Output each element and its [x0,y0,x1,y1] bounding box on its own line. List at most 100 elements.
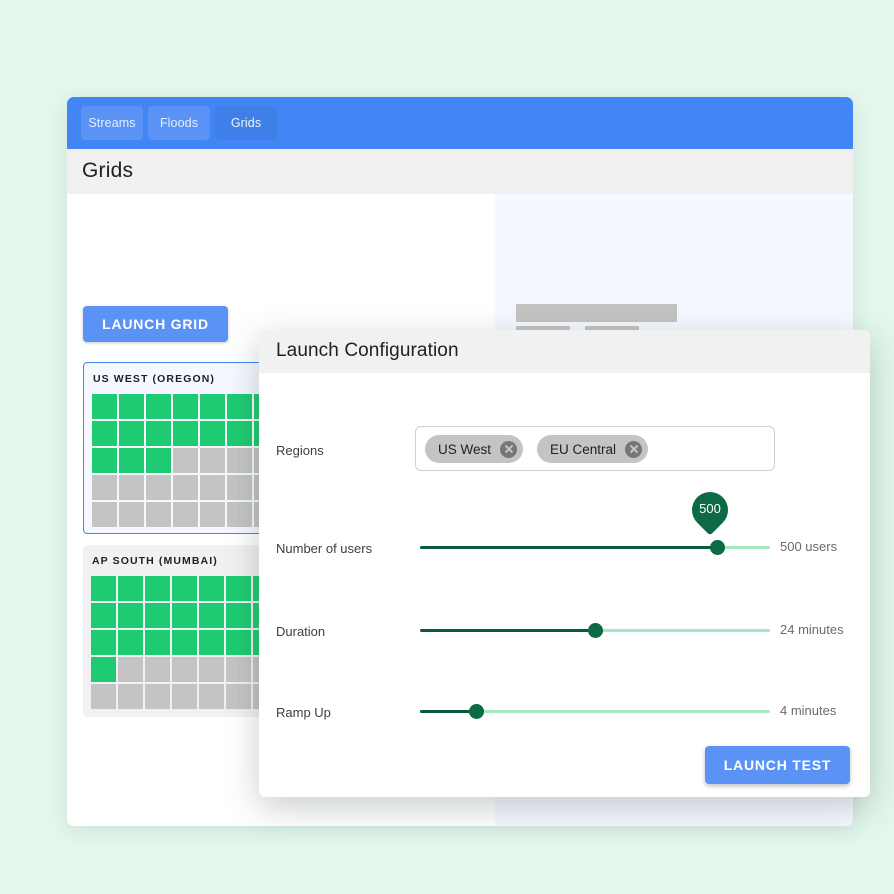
grid-cell[interactable] [172,657,197,682]
grid-cell[interactable] [200,394,225,419]
number-of-users-label: Number of users [276,541,373,556]
grid-cell[interactable] [173,475,198,500]
grid-cell[interactable] [145,657,170,682]
regions-input[interactable]: US West EU Central [415,426,775,471]
grid-cell[interactable] [146,475,171,500]
tooltip-value: 500 [699,501,721,516]
grid-cell[interactable] [146,421,171,446]
launch-test-button-label: LAUNCH TEST [723,757,832,773]
grid-cell[interactable] [91,603,116,628]
duration-label: Duration [276,624,326,639]
grid-cell[interactable] [92,475,117,500]
region-chip-us-west[interactable]: US West [425,435,524,463]
launch-grid-button[interactable]: LAUNCH GRID [83,306,228,342]
slider-row-duration: Duration 24 minutes [259,611,870,651]
grid-cell[interactable] [200,421,225,446]
tab-grids[interactable]: Grids [215,106,277,140]
grid-cell[interactable] [145,630,170,655]
duration-slider-track[interactable] [420,623,770,638]
skeleton-bar-title [516,304,677,322]
regions-label: Regions [276,443,324,458]
grid-cell[interactable] [226,657,251,682]
grid-cell[interactable] [119,421,144,446]
grid-cell[interactable] [199,630,224,655]
grid-cell[interactable] [119,448,144,473]
close-icon[interactable] [500,440,518,458]
ramp-up-slider-track[interactable] [420,704,770,719]
grid-card-us-west-title: US WEST (OREGON) [93,373,216,385]
grid-card-ap-south-title: AP SOUTH (MUMBAI) [92,555,218,567]
grid-cell[interactable] [92,448,117,473]
tab-streams[interactable]: Streams [81,106,143,140]
grid-cell[interactable] [92,421,117,446]
ramp-up-slider-thumb[interactable] [468,704,484,719]
grid-cell[interactable] [91,576,116,601]
page-title-bar: Grids [67,149,853,194]
close-icon[interactable] [625,440,643,458]
grid-cell[interactable] [145,684,170,709]
launch-test-button[interactable]: LAUNCH TEST [705,746,850,784]
duration-value: 24 minutes [780,622,844,637]
grid-cell[interactable] [145,603,170,628]
grid-cells-ap-south [91,576,277,709]
grid-cell[interactable] [119,394,144,419]
grid-cell[interactable] [226,684,251,709]
grid-cell[interactable] [145,576,170,601]
grid-cell[interactable] [118,684,143,709]
grid-cell[interactable] [172,576,197,601]
grid-cell[interactable] [227,421,252,446]
number-of-users-slider-thumb[interactable]: 500 [684,484,736,555]
grid-cell[interactable] [92,394,117,419]
grid-cell[interactable] [226,603,251,628]
grid-cell[interactable] [227,394,252,419]
duration-slider-thumb[interactable] [587,623,603,638]
region-chip-eu-central[interactable]: EU Central [537,435,649,463]
grid-card-us-west[interactable]: US WEST (OREGON) [83,362,277,534]
grid-cell[interactable] [227,502,252,527]
grid-cell[interactable] [146,448,171,473]
grid-cell[interactable] [199,657,224,682]
grid-cell[interactable] [227,475,252,500]
grid-cell[interactable] [118,657,143,682]
grid-cell[interactable] [200,502,225,527]
grid-cell[interactable] [172,684,197,709]
grid-cell[interactable] [91,684,116,709]
dialog-body: Regions US West EU Central Number of use… [259,373,870,797]
grid-cell[interactable] [172,603,197,628]
number-of-users-slider-fill [420,546,718,549]
grid-cell[interactable] [173,448,198,473]
grid-cell[interactable] [173,394,198,419]
grid-cell[interactable] [119,502,144,527]
grid-cell[interactable] [199,603,224,628]
grid-cell[interactable] [92,502,117,527]
grid-cell[interactable] [118,576,143,601]
grid-cell[interactable] [226,630,251,655]
grid-cell[interactable] [118,630,143,655]
grid-cell[interactable] [119,475,144,500]
grid-cell[interactable] [173,502,198,527]
grid-cell[interactable] [199,576,224,601]
number-of-users-slider-track[interactable]: 500 [420,484,770,555]
grid-cell[interactable] [91,630,116,655]
grid-cell[interactable] [172,630,197,655]
tab-floods[interactable]: Floods [148,106,210,140]
page-title: Grids [82,159,134,182]
number-of-users-value: 500 users [780,539,838,554]
grid-cell[interactable] [146,394,171,419]
grid-card-ap-south[interactable]: AP SOUTH (MUMBAI) [83,545,277,717]
grid-cell[interactable] [200,475,225,500]
grid-cell[interactable] [118,603,143,628]
grid-cell[interactable] [227,448,252,473]
grid-cells-us-west [92,394,276,527]
ramp-up-label: Ramp Up [276,705,331,720]
tooltip-bubble-shape [684,484,736,536]
grid-cell[interactable] [199,684,224,709]
grid-cell[interactable] [91,657,116,682]
grid-cell[interactable] [226,576,251,601]
grid-cell[interactable] [146,502,171,527]
ramp-up-value: 4 minutes [780,703,837,718]
tab-streams-label: Streams [88,116,136,130]
grid-cell[interactable] [200,448,225,473]
dialog-header: Launch Configuration [259,330,870,373]
grid-cell[interactable] [173,421,198,446]
